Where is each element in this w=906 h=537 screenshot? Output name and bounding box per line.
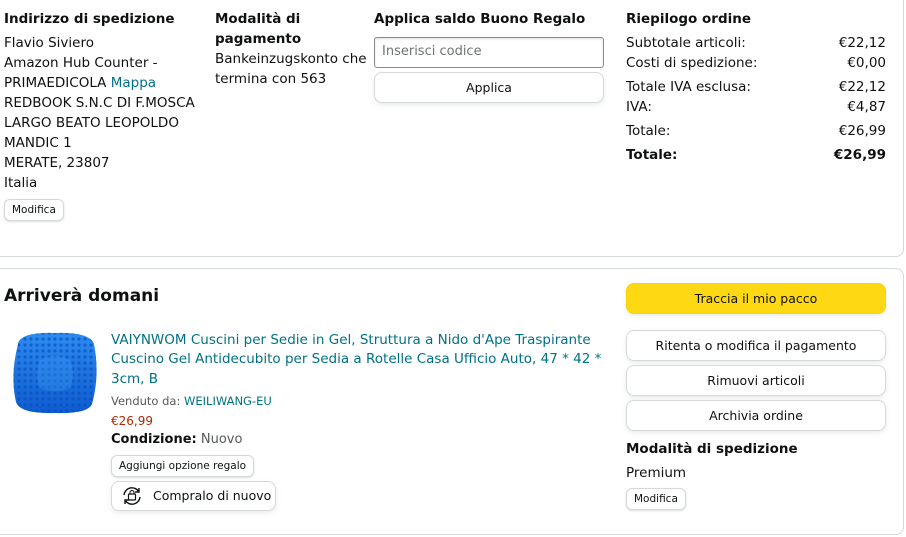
shipping-method-value: Premium — [626, 465, 687, 481]
grand-total-value: €26,99 — [833, 147, 886, 163]
apply-gift-button[interactable]: Applica — [374, 72, 604, 103]
delivery-title: Arriverà domani — [4, 286, 160, 306]
summary-value: €22,12 — [838, 79, 886, 95]
shipping-line6: MERATE, 23807 — [4, 155, 110, 171]
payment-heading-2: pagamento — [215, 31, 302, 47]
summary-label: Costi di spedizione: — [626, 55, 758, 71]
shipping-line2-text: PRIMAEDICOLA — [4, 75, 107, 91]
map-link[interactable]: Mappa — [111, 75, 156, 91]
summary-value: €0,00 — [847, 55, 886, 71]
summary-label: Subtotale articoli: — [626, 35, 746, 51]
shipping-address-heading: Indirizzo di spedizione — [4, 11, 175, 27]
buy-again-button[interactable]: Compralo di nuovo — [111, 481, 276, 511]
payment-method-line2: termina con 563 — [215, 71, 327, 87]
shipping-method-heading: Modalità di spedizione — [626, 441, 798, 457]
cushion-image — [13, 332, 97, 414]
shipping-name: Flavio Siviero — [4, 35, 94, 51]
summary-value: €4,87 — [847, 99, 886, 115]
archive-order-button[interactable]: Archivia ordine — [626, 400, 886, 431]
shipping-line2: PRIMAEDICOLA Mappa — [4, 73, 156, 93]
condition-label: Condizione: — [111, 432, 197, 447]
summary-row: IVA: €4,87 — [626, 97, 886, 117]
summary-value: €22,12 — [838, 35, 886, 51]
product-title-line1[interactable]: VAIYNWOM Cuscini per Sedie in Gel, Strut… — [111, 331, 591, 350]
sold-by: Venduto da: WEILIWANG-EU — [111, 392, 272, 410]
sold-by-label: Venduto da: — [111, 394, 181, 408]
buy-again-label: Compralo di nuovo — [153, 488, 272, 503]
summary-label: Totale IVA esclusa: — [626, 79, 751, 95]
edit-address-button[interactable]: Modifica — [4, 199, 64, 221]
summary-row: Subtotale articoli: €22,12 — [626, 33, 886, 53]
order-summary-heading: Riepilogo ordine — [626, 11, 752, 27]
product-price: €26,99 — [111, 414, 153, 428]
retry-payment-button[interactable]: Ritenta o modifica il pagamento — [626, 330, 886, 361]
track-package-button[interactable]: Traccia il mio pacco — [626, 283, 886, 314]
shipping-line1: Amazon Hub Counter - — [4, 55, 158, 71]
buy-again-icon — [121, 486, 143, 506]
product-image[interactable] — [10, 330, 100, 416]
product-title-line2[interactable]: Cuscino Gel Antidecubito per Sedia a Rot… — [111, 350, 601, 369]
summary-grand-total: Totale: €26,99 — [626, 145, 886, 165]
shipping-line7: Italia — [4, 175, 38, 191]
shipping-line5: MANDIC 1 — [4, 135, 72, 151]
summary-label: IVA: — [626, 99, 652, 115]
payment-method-line1: Bankeinzugskonto che — [215, 51, 367, 67]
add-gift-option-button[interactable]: Aggiungi opzione regalo — [111, 455, 255, 477]
summary-row: Totale IVA esclusa: €22,12 — [626, 77, 886, 97]
summary-value: €26,99 — [838, 123, 886, 139]
condition-value: Nuovo — [200, 432, 243, 447]
edit-shipping-method-button[interactable]: Modifica — [626, 488, 686, 510]
gift-card-heading: Applica saldo Buono Regalo — [374, 11, 586, 27]
remove-items-button[interactable]: Rimuovi articoli — [626, 365, 886, 396]
seller-link[interactable]: WEILIWANG-EU — [184, 394, 272, 408]
summary-row: Costi di spedizione: €0,00 — [626, 53, 886, 73]
summary-row: Totale: €26,99 — [626, 121, 886, 141]
payment-heading-1: Modalità di — [215, 11, 301, 27]
shipping-line3: REDBOOK S.N.C DI F.MOSCA — [4, 95, 195, 111]
summary-label: Totale: — [626, 123, 671, 139]
condition: Condizione: Nuovo — [111, 430, 242, 450]
grand-total-label: Totale: — [626, 147, 678, 163]
product-title-line3[interactable]: 3cm, B — [111, 370, 158, 389]
shipping-line4: LARGO BEATO LEOPOLDO — [4, 115, 179, 131]
gift-code-input[interactable]: Inserisci codice — [374, 37, 604, 68]
